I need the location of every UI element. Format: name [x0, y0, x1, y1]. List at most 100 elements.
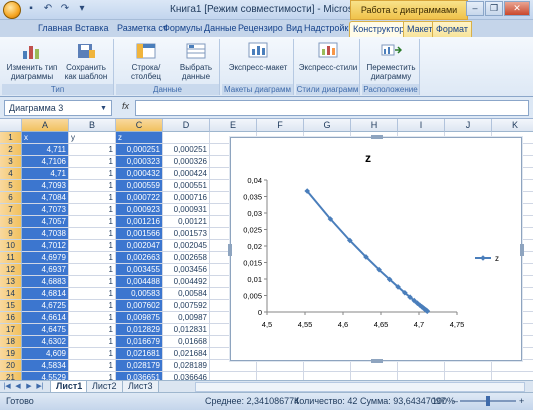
tab-formulas[interactable]: Формулы	[160, 21, 205, 37]
cell[interactable]: 0,036646	[163, 372, 209, 380]
tab-insert[interactable]: Вставка	[72, 21, 111, 37]
cell[interactable]: 0,01668	[163, 336, 209, 348]
cell[interactable]: 4,6883	[22, 276, 68, 288]
cell[interactable]: 0,012829	[116, 324, 162, 336]
column-header[interactable]: I	[398, 119, 445, 132]
row-header[interactable]: 5	[0, 180, 22, 192]
next-sheet-icon[interactable]: ▶	[24, 382, 34, 392]
cell[interactable]: 1	[69, 336, 115, 348]
cell[interactable]: 0,001566	[116, 228, 162, 240]
cell[interactable]: 0,021684	[163, 348, 209, 360]
row-header[interactable]: 3	[0, 156, 22, 168]
cell[interactable]: 1	[69, 360, 115, 372]
row-header[interactable]: 7	[0, 204, 22, 216]
cell[interactable]: 1	[69, 348, 115, 360]
row-header[interactable]: 21	[0, 372, 22, 380]
close-button[interactable]: ✕	[504, 1, 530, 16]
cell[interactable]: 4,6937	[22, 264, 68, 276]
cell[interactable]: 1	[69, 144, 115, 156]
cell[interactable]: 1	[69, 192, 115, 204]
cell[interactable]: 4,6979	[22, 252, 68, 264]
legend-label[interactable]: z	[495, 254, 499, 263]
last-sheet-icon[interactable]: ▶|	[35, 382, 45, 392]
cell[interactable]: 1	[69, 204, 115, 216]
row-header[interactable]: 14	[0, 288, 22, 300]
row-header[interactable]: 8	[0, 216, 22, 228]
cell[interactable]: 0,000326	[163, 156, 209, 168]
worksheet-grid[interactable]: A B C D E F G H I J K 1 x y z 2 4,711 1 0,000251 0,000251 3 4…	[0, 119, 533, 380]
cell[interactable]: 4,7106	[22, 156, 68, 168]
cell[interactable]: 0,000251	[163, 144, 209, 156]
name-box[interactable]: Диаграмма 3 ▼	[4, 100, 112, 116]
row-header[interactable]: 16	[0, 312, 22, 324]
quick-styles-button[interactable]: Экспресс-стили	[298, 41, 358, 72]
fx-icon[interactable]: fx	[122, 101, 129, 111]
cell[interactable]: 0,016679	[116, 336, 162, 348]
first-sheet-icon[interactable]: |◀	[2, 382, 12, 392]
cell[interactable]: 4,7093	[22, 180, 68, 192]
row-header[interactable]: 18	[0, 336, 22, 348]
cell[interactable]: 0,000251	[116, 144, 162, 156]
tab-format[interactable]: Формат	[432, 21, 472, 37]
row-header[interactable]: 9	[0, 228, 22, 240]
restore-button[interactable]: ❐	[485, 1, 503, 16]
cell[interactable]: 0,000551	[163, 180, 209, 192]
cell[interactable]: 1	[69, 288, 115, 300]
switch-row-column-button[interactable]: Строка/столбец	[118, 41, 174, 81]
row-header[interactable]: 2	[0, 144, 22, 156]
cell[interactable]: 0,036651	[116, 372, 162, 380]
column-header[interactable]: A	[22, 119, 69, 132]
row-header[interactable]: 19	[0, 348, 22, 360]
quick-layout-button[interactable]: Экспресс-макет	[224, 41, 292, 72]
row-header[interactable]: 13	[0, 276, 22, 288]
save-template-button[interactable]: Сохранить как шаблон	[60, 41, 112, 81]
row-header[interactable]: 6	[0, 192, 22, 204]
cell[interactable]: 0,001216	[116, 216, 162, 228]
cell[interactable]: 0,000432	[116, 168, 162, 180]
cell[interactable]: 0,028189	[163, 360, 209, 372]
row-header[interactable]: 15	[0, 300, 22, 312]
cell[interactable]: 0,000559	[116, 180, 162, 192]
column-header[interactable]: F	[257, 119, 304, 132]
cell[interactable]: 1	[69, 324, 115, 336]
cell[interactable]: 0,003455	[116, 264, 162, 276]
chart-title[interactable]: z	[365, 151, 371, 165]
cell[interactable]: 0,000424	[163, 168, 209, 180]
cell[interactable]: 0,001573	[163, 228, 209, 240]
zoom-in-icon[interactable]: +	[519, 393, 524, 410]
cell[interactable]: 4,6302	[22, 336, 68, 348]
cell[interactable]: 1	[69, 300, 115, 312]
cell[interactable]: 0,009875	[116, 312, 162, 324]
tab-review[interactable]: Рецензиро	[235, 21, 286, 37]
cell[interactable]: 0,000722	[116, 192, 162, 204]
cell[interactable]: 4,609	[22, 348, 68, 360]
save-icon[interactable]: ▪	[25, 3, 37, 15]
cell[interactable]: 4,6614	[22, 312, 68, 324]
cell[interactable]: 1	[69, 216, 115, 228]
cell[interactable]: 1	[69, 252, 115, 264]
cell[interactable]: 0,003456	[163, 264, 209, 276]
cell[interactable]: 4,7073	[22, 204, 68, 216]
name-box-dropdown-icon[interactable]: ▼	[100, 102, 110, 114]
change-chart-type-button[interactable]: Изменить тип диаграммы	[4, 41, 60, 81]
column-header[interactable]: B	[69, 119, 116, 132]
cell[interactable]: 0,00121	[163, 216, 209, 228]
cell[interactable]: 0,028179	[116, 360, 162, 372]
cell[interactable]: 1	[69, 240, 115, 252]
cell[interactable]: 0,004488	[116, 276, 162, 288]
qat-dropdown-icon[interactable]: ▾	[76, 3, 88, 15]
cell[interactable]: 4,6475	[22, 324, 68, 336]
cell[interactable]: y	[69, 132, 115, 144]
row-header[interactable]: 17	[0, 324, 22, 336]
cell[interactable]: 0,002658	[163, 252, 209, 264]
tab-home[interactable]: Главная	[35, 21, 75, 37]
cell[interactable]: 0,002047	[116, 240, 162, 252]
column-header[interactable]: D	[163, 119, 210, 132]
row-header[interactable]: 11	[0, 252, 22, 264]
column-header[interactable]: K	[492, 119, 533, 132]
cell[interactable]: 4,7012	[22, 240, 68, 252]
cell[interactable]: 4,7084	[22, 192, 68, 204]
cell[interactable]: 1	[69, 372, 115, 380]
select-data-button[interactable]: Выбрать данные	[176, 41, 216, 81]
cell[interactable]: 1	[69, 276, 115, 288]
